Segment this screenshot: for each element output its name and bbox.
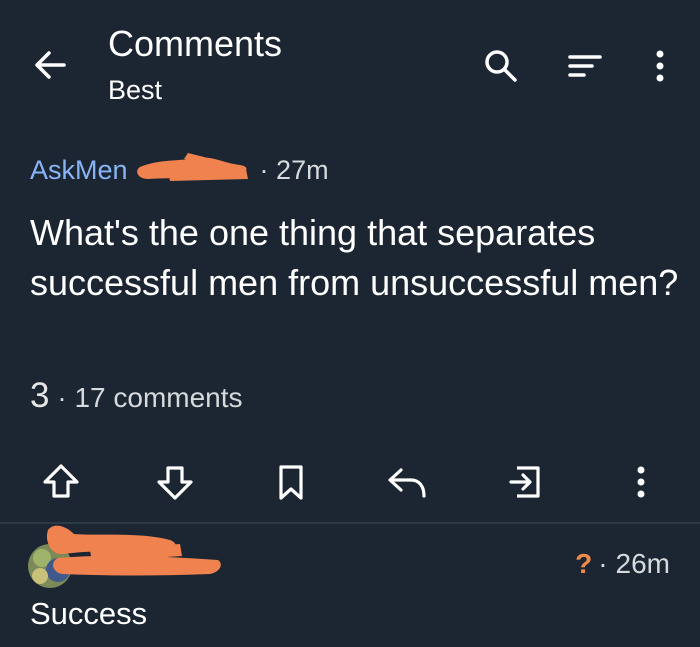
post-meta: AskMen · 27m (30, 152, 329, 188)
search-icon (485, 50, 517, 82)
redacted-username (128, 149, 258, 192)
more-vertical-icon (656, 50, 664, 82)
sort-button[interactable] (562, 44, 608, 90)
downvote-button[interactable] (149, 458, 201, 506)
post-more-button[interactable] (615, 458, 667, 506)
post-title: What's the one thing that separates succ… (30, 212, 679, 303)
comment-meta: ? · 26m (575, 548, 670, 580)
comment-text: Success (30, 596, 148, 631)
upvote-icon (43, 464, 79, 498)
separator-dot: · (598, 548, 608, 579)
flair-badge: ? (575, 548, 593, 579)
more-vertical-icon (637, 466, 645, 498)
comment-count: 17 comments (74, 382, 243, 413)
arrow-left-icon (35, 51, 66, 79)
more-options-button[interactable] (640, 44, 680, 90)
post-score: 3 (30, 376, 50, 415)
search-button[interactable] (478, 44, 524, 90)
upvote-button[interactable] (35, 458, 87, 506)
redacted-comment-username (40, 520, 230, 589)
post-time: · 27m (259, 154, 329, 185)
back-button[interactable] (28, 42, 74, 88)
subreddit-link[interactable]: AskMen (30, 155, 128, 186)
reply-button[interactable] (381, 458, 433, 506)
sort-mode-label[interactable]: Best (108, 74, 162, 106)
sort-icon (568, 55, 602, 77)
post-stats: 3 · 17 comments (30, 376, 243, 416)
bookmark-icon (279, 465, 303, 500)
downvote-icon (157, 466, 193, 500)
save-button[interactable] (265, 458, 317, 506)
page-title: Comments (108, 23, 283, 64)
share-icon (509, 466, 540, 498)
separator-dot: · (57, 383, 67, 413)
share-button[interactable] (497, 458, 549, 506)
comment-time: 26m (615, 548, 670, 579)
reply-icon (388, 468, 426, 498)
